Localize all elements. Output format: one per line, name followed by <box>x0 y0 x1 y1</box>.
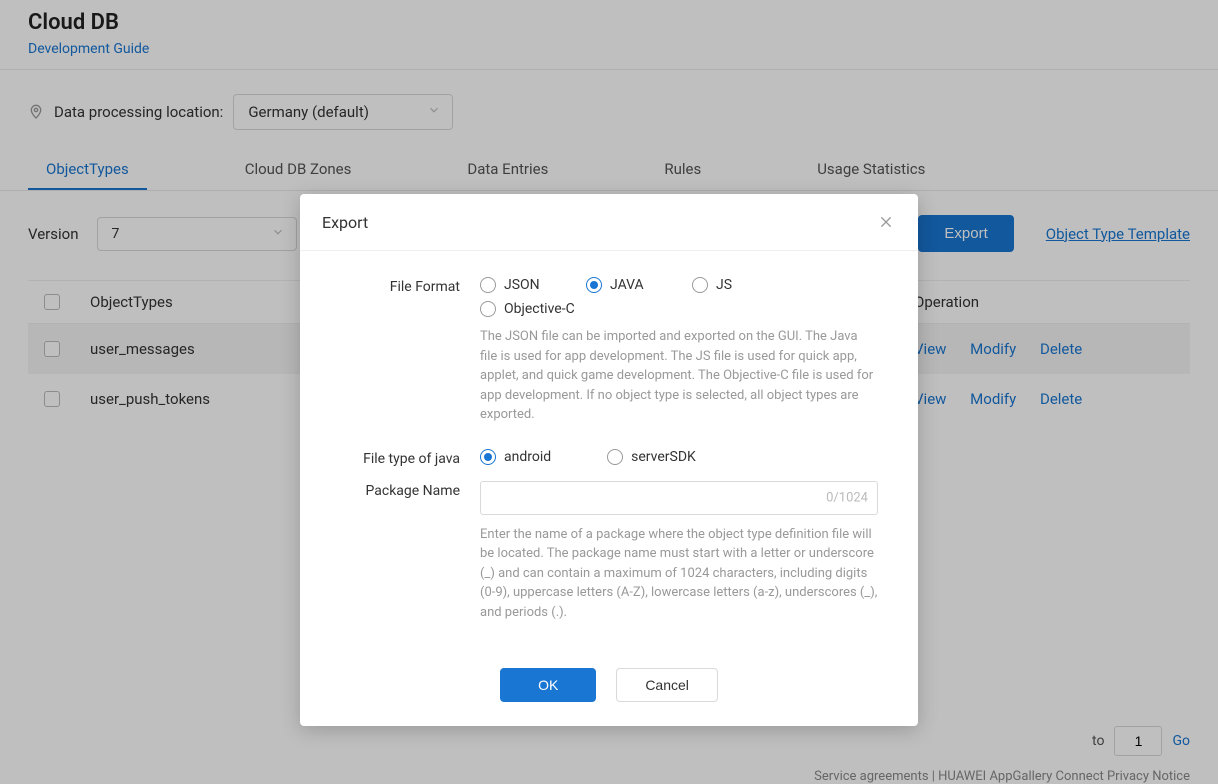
file-format-label: File Format <box>340 277 480 295</box>
radio-label: JAVA <box>610 277 644 293</box>
file-format-help: The JSON file can be imported and export… <box>480 327 878 425</box>
package-name-help: Enter the name of a package where the ob… <box>480 525 878 623</box>
package-name-label: Package Name <box>340 481 480 499</box>
close-icon[interactable] <box>876 212 896 232</box>
radio-icon <box>480 449 496 465</box>
cancel-button[interactable]: Cancel <box>616 668 718 702</box>
radio-icon <box>607 449 623 465</box>
file-format-row: File Format JSON JAVA JS <box>340 277 878 439</box>
radio-icon <box>692 277 708 293</box>
java-type-label: File type of java <box>340 449 480 467</box>
java-type-row: File type of java android serverSDK <box>340 449 878 467</box>
modal-header: Export <box>300 194 918 251</box>
package-name-row: Package Name 0/1024 Enter the name of a … <box>340 481 878 637</box>
radio-java[interactable]: JAVA <box>586 277 656 293</box>
modal-body: File Format JSON JAVA JS <box>300 251 918 656</box>
radio-label: Objective-C <box>504 301 575 317</box>
radio-js[interactable]: JS <box>692 277 762 293</box>
modal-overlay: Export File Format JSON JAVA <box>0 0 1218 784</box>
file-format-radios: JSON JAVA JS Objective-C <box>480 277 878 317</box>
java-type-radios: android serverSDK <box>480 449 878 465</box>
radio-label: android <box>504 449 551 465</box>
radio-icon <box>586 277 602 293</box>
radio-icon <box>480 301 496 317</box>
radio-json[interactable]: JSON <box>480 277 550 293</box>
modal-footer: OK Cancel <box>300 656 918 726</box>
package-name-input[interactable] <box>480 481 878 515</box>
modal-title: Export <box>322 213 368 232</box>
radio-android[interactable]: android <box>480 449 551 465</box>
radio-serversdk[interactable]: serverSDK <box>607 449 696 465</box>
radio-label: serverSDK <box>631 449 696 465</box>
radio-label: JS <box>716 277 732 293</box>
radio-label: JSON <box>504 277 540 293</box>
radio-icon <box>480 277 496 293</box>
ok-button[interactable]: OK <box>500 668 596 702</box>
export-modal: Export File Format JSON JAVA <box>300 194 918 726</box>
char-counter: 0/1024 <box>826 490 868 505</box>
radio-objc[interactable]: Objective-C <box>480 301 878 317</box>
